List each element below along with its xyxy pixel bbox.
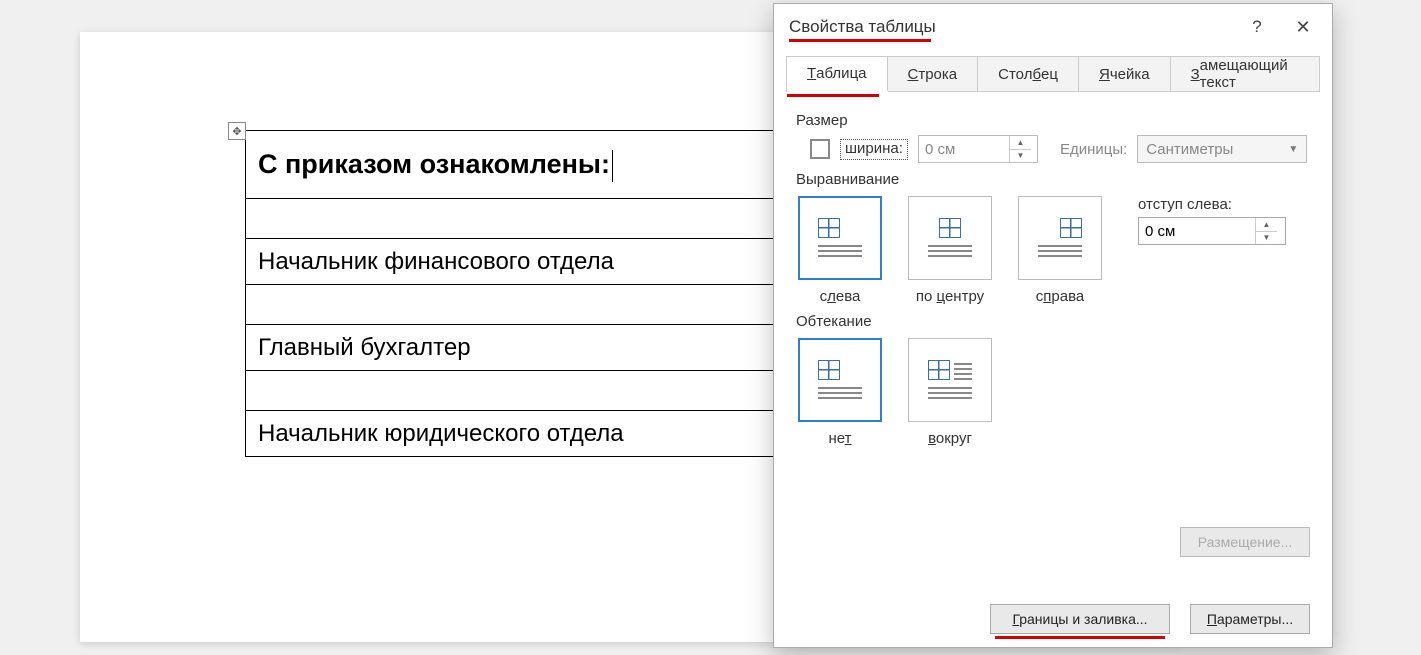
units-select[interactable]: Сантиметры ▼ bbox=[1137, 135, 1307, 163]
width-checkbox[interactable] bbox=[810, 139, 830, 159]
table-cell[interactable]: Начальник юридического отдела bbox=[246, 411, 775, 457]
dialog-bottom-row: Границы и заливка... Параметры... bbox=[774, 591, 1332, 647]
tab-row[interactable]: Строка bbox=[888, 57, 979, 91]
text-cursor bbox=[612, 150, 613, 182]
chevron-up-icon[interactable]: ▲ bbox=[1256, 218, 1277, 232]
indent-spinner[interactable]: ▲▼ bbox=[1138, 217, 1286, 245]
dialog-tabstrip: Таблица Строка Столбец Ячейка Замещающий… bbox=[786, 56, 1320, 92]
tab-label: чейка bbox=[1110, 66, 1150, 83]
width-checkbox-label[interactable]: ширина: bbox=[840, 139, 908, 160]
option-label: нет bbox=[796, 430, 884, 447]
align-center-option[interactable]: по центру bbox=[906, 196, 994, 305]
tab-label: ец bbox=[1041, 66, 1058, 83]
table-cell-text: Главный бухгалтер bbox=[258, 334, 471, 361]
dialog-title: Свойства таблицы bbox=[789, 17, 936, 37]
group-size-label: Размер bbox=[796, 112, 1310, 129]
group-alignment-label: Выравнивание bbox=[796, 171, 1310, 188]
button-label: Размещение... bbox=[1198, 534, 1293, 550]
wrap-around-option[interactable]: вокруг bbox=[906, 338, 994, 447]
indent-input[interactable] bbox=[1139, 218, 1255, 244]
annotation-underline bbox=[789, 39, 931, 42]
close-icon: ✕ bbox=[1295, 17, 1310, 38]
option-label: слева bbox=[796, 288, 884, 305]
table-properties-dialog: Свойства таблицы ? ✕ Таблица Строка Стол… bbox=[773, 3, 1333, 648]
document-table[interactable]: С приказом ознакомлены: Начальник финанс… bbox=[245, 130, 775, 457]
indent-block: отступ слева: ▲▼ bbox=[1138, 196, 1286, 245]
dialog-body: Размер ширина: ▲▼ Единицы: Сантиметры ▼ … bbox=[774, 92, 1332, 647]
tab-label: амещающий текст bbox=[1200, 57, 1299, 91]
close-button[interactable]: ✕ bbox=[1280, 4, 1326, 50]
units-label: Единицы: bbox=[1060, 141, 1127, 158]
button-label: Параметры... bbox=[1207, 611, 1293, 627]
spinner-buttons[interactable]: ▲▼ bbox=[1255, 218, 1277, 244]
wrap-around-icon bbox=[928, 360, 972, 400]
button-label: Границы и заливка... bbox=[1012, 611, 1147, 627]
tab-label: аблица bbox=[816, 65, 866, 82]
align-left-option[interactable]: слева bbox=[796, 196, 884, 305]
spinner-buttons[interactable]: ▲▼ bbox=[1009, 136, 1031, 162]
placement-button: Размещение... bbox=[1180, 527, 1310, 557]
align-center-icon bbox=[928, 218, 972, 258]
borders-fill-button[interactable]: Границы и заливка... bbox=[990, 604, 1170, 634]
help-button[interactable]: ? bbox=[1234, 4, 1280, 50]
chevron-up-icon[interactable]: ▲ bbox=[1010, 136, 1031, 150]
params-button[interactable]: Параметры... bbox=[1190, 604, 1310, 634]
table-cell[interactable] bbox=[246, 371, 775, 411]
table-cell[interactable] bbox=[246, 199, 775, 239]
table-cell[interactable]: С приказом ознакомлены: bbox=[246, 131, 775, 199]
dialog-titlebar[interactable]: Свойства таблицы ? ✕ bbox=[774, 4, 1332, 50]
dialog-title-text: Свойства таблицы bbox=[789, 17, 936, 36]
table-cell-text: Начальник финансового отдела bbox=[258, 248, 614, 275]
tab-alt-text[interactable]: Замещающий текст bbox=[1171, 57, 1319, 91]
group-wrap-label: Обтекание bbox=[796, 313, 1310, 330]
align-right-option[interactable]: справа bbox=[1016, 196, 1104, 305]
width-input[interactable] bbox=[919, 136, 1009, 162]
option-label: справа bbox=[1016, 288, 1104, 305]
chevron-down-icon[interactable]: ▼ bbox=[1010, 150, 1031, 163]
wrap-none-icon bbox=[818, 360, 862, 400]
table-cell-text: Начальник юридического отдела bbox=[258, 420, 624, 447]
option-label: вокруг bbox=[906, 430, 994, 447]
annotation-underline bbox=[995, 636, 1165, 639]
wrap-none-option[interactable]: нет bbox=[796, 338, 884, 447]
table-cell[interactable]: Начальник финансового отдела bbox=[246, 239, 775, 285]
chevron-down-icon: ▼ bbox=[1288, 144, 1298, 155]
tab-cell[interactable]: Ячейка bbox=[1079, 57, 1171, 91]
tab-table[interactable]: Таблица bbox=[787, 57, 888, 92]
tab-label: трока bbox=[918, 66, 957, 83]
table-cell[interactable]: Главный бухгалтер bbox=[246, 325, 775, 371]
align-right-icon bbox=[1038, 218, 1082, 258]
tab-column[interactable]: Столбец bbox=[978, 57, 1079, 91]
table-move-handle-icon[interactable]: ✥ bbox=[228, 122, 246, 140]
indent-label: отступ слева: bbox=[1138, 196, 1286, 213]
table-cell[interactable] bbox=[246, 285, 775, 325]
chevron-down-icon[interactable]: ▼ bbox=[1256, 232, 1277, 245]
align-left-icon bbox=[818, 218, 862, 258]
units-value: Сантиметры bbox=[1146, 141, 1233, 158]
option-label: по центру bbox=[906, 288, 994, 305]
table-cell-text: С приказом ознакомлены: bbox=[258, 149, 610, 179]
width-spinner[interactable]: ▲▼ bbox=[918, 135, 1038, 163]
help-icon: ? bbox=[1252, 17, 1261, 37]
